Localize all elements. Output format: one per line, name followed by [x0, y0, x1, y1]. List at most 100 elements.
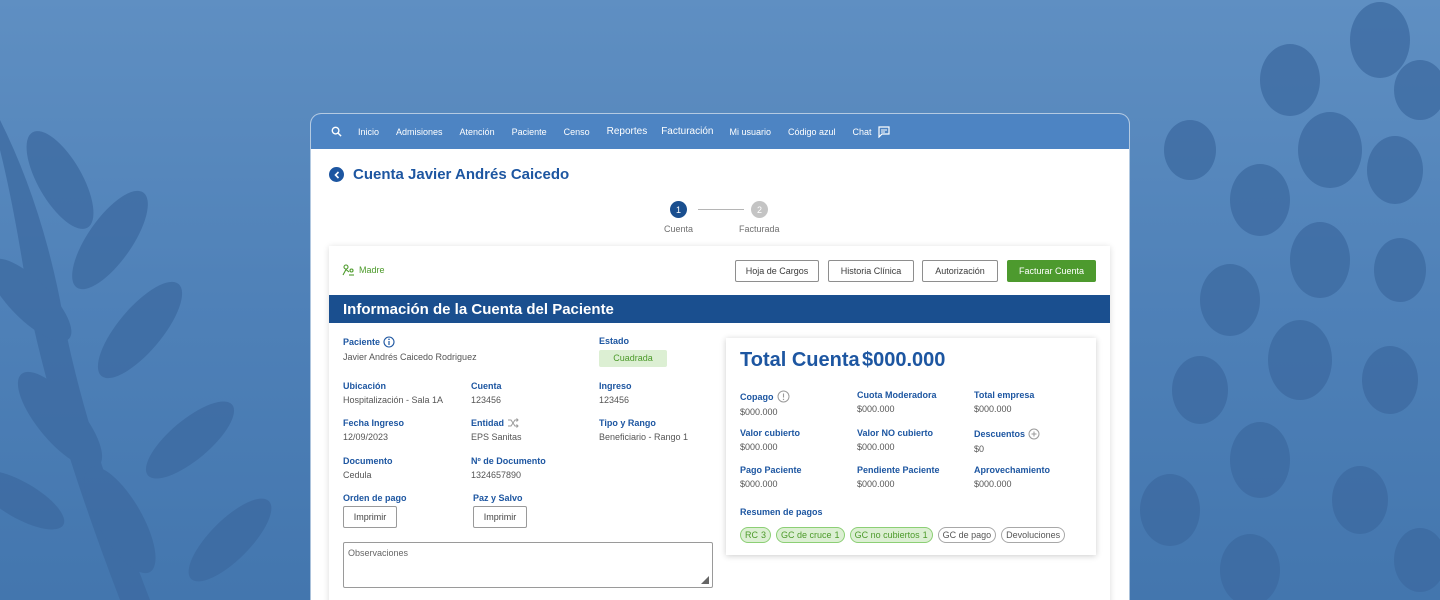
- total-empresa-label: Total empresa: [974, 390, 1035, 400]
- imprimir-orden-button[interactable]: Imprimir: [343, 506, 397, 528]
- ubicacion-value: Hospitalización - Sala 1A: [343, 395, 444, 405]
- paz-salvo-field: Paz y Salvo: [473, 493, 523, 503]
- tipo-rango-value: Beneficiario - Rango 1: [599, 432, 689, 442]
- estado-field: Estado Cuadrada: [599, 336, 667, 367]
- chip-count: 1: [834, 530, 840, 540]
- page-title: Cuenta Javier Andrés Caicedo: [353, 166, 570, 183]
- madre-label: Madre: [359, 265, 385, 275]
- cuenta-value: 123456: [471, 395, 502, 405]
- copago-value: $000.000: [740, 407, 778, 417]
- top-navigation: Inicio Admisiones Atención Paciente Cens…: [311, 114, 1129, 149]
- chip-label: GC no cubiertos: [854, 530, 920, 540]
- nav-facturacion[interactable]: Facturación: [661, 126, 713, 137]
- pendiente-paciente-value: $000.000: [857, 479, 895, 489]
- account-card: Madre Hoja de Cargos Historia Clínica Au…: [329, 246, 1110, 600]
- entidad-label: Entidad: [471, 418, 504, 428]
- aprovechamiento-field: Aprovechamiento $000.000: [974, 465, 1050, 489]
- nav-chat[interactable]: Chat: [852, 125, 890, 138]
- mother-baby-icon: [342, 264, 354, 276]
- nav-codigo-azul[interactable]: Código azul: [788, 127, 836, 137]
- resumen-pagos-field: Resumen de pagos: [740, 507, 823, 517]
- observaciones-field[interactable]: [343, 542, 713, 588]
- entidad-field: Entidad EPS Sanitas: [471, 418, 522, 442]
- total-empresa-field: Total empresa $000.000: [974, 390, 1034, 414]
- copago-label: Copago: [740, 391, 774, 402]
- chip-label: Devoluciones: [1006, 530, 1061, 540]
- paciente-value: Javier Andrés Caicedo Rodriguez: [343, 352, 477, 362]
- chat-label: Chat: [852, 126, 872, 137]
- page-header: Cuenta Javier Andrés Caicedo: [329, 166, 569, 183]
- resumen-pagos-label: Resumen de pagos: [740, 507, 823, 517]
- nav-mi-usuario[interactable]: Mi usuario: [729, 127, 771, 137]
- total-cuenta-amount: $000.000: [862, 349, 946, 371]
- pago-paciente-field: Pago Paciente $000.000: [740, 465, 802, 489]
- status-stepper: 1 2 Cuenta Facturada: [656, 201, 796, 237]
- tipo-rango-label: Tipo y Rango: [599, 418, 656, 428]
- nav-atencion[interactable]: Atención: [460, 127, 495, 137]
- step-connector: [698, 209, 744, 210]
- copago-field: Copago $000.000: [740, 390, 790, 417]
- alert-icon[interactable]: [777, 390, 790, 403]
- autorizacion-button[interactable]: Autorización: [922, 260, 998, 282]
- cuota-moderadora-field: Cuota Moderadora $000.000: [857, 390, 937, 414]
- valor-no-cubierto-label: Valor NO cubierto: [857, 428, 934, 438]
- valor-no-cubierto-value: $000.000: [857, 442, 895, 452]
- descuentos-label: Descuentos: [974, 429, 1026, 439]
- step-2-label: Facturada: [739, 224, 780, 234]
- tipo-rango-field: Tipo y Rango Beneficiario - Rango 1: [599, 418, 688, 442]
- orden-pago-field: Orden de pago: [343, 493, 407, 503]
- resize-handle-icon[interactable]: [701, 576, 709, 584]
- descuentos-field: Descuentos $0: [974, 428, 1040, 454]
- add-circle-icon[interactable]: [1028, 428, 1040, 440]
- ubicacion-label: Ubicación: [343, 381, 387, 391]
- ingreso-field: Ingreso 123456: [599, 381, 632, 405]
- entidad-value: EPS Sanitas: [471, 432, 522, 442]
- paciente-label: Paciente: [343, 337, 381, 347]
- section-title: Información de la Cuenta del Paciente: [329, 295, 1110, 323]
- chip-label: RC: [745, 530, 758, 540]
- chip-rc[interactable]: RC 3: [740, 527, 772, 543]
- info-icon[interactable]: [383, 336, 395, 348]
- nav-paciente[interactable]: Paciente: [512, 127, 547, 137]
- chip-devoluciones[interactable]: Devoluciones: [1001, 527, 1066, 543]
- pendiente-paciente-label: Pendiente Paciente: [857, 465, 940, 475]
- aprovechamiento-value: $000.000: [974, 479, 1012, 489]
- chip-gc-cruce[interactable]: GC de cruce 1: [776, 527, 845, 543]
- back-button[interactable]: [329, 167, 344, 182]
- pago-paciente-value: $000.000: [740, 479, 778, 489]
- chip-label: GC de cruce: [781, 530, 832, 540]
- facturar-cuenta-button[interactable]: Facturar Cuenta: [1007, 260, 1096, 282]
- nav-inicio[interactable]: Inicio: [358, 127, 379, 137]
- orden-pago-label: Orden de pago: [343, 493, 407, 503]
- numero-documento-field: Nº de Documento 1324657890: [471, 456, 546, 480]
- payment-summary-chips: RC 3 GC de cruce 1 GC no cubiertos 1 GC de …: [740, 527, 1066, 543]
- estado-label: Estado: [599, 336, 630, 346]
- valor-cubierto-field: Valor cubierto $000.000: [740, 428, 800, 452]
- nav-censo[interactable]: Censo: [564, 127, 590, 137]
- fecha-ingreso-label: Fecha Ingreso: [343, 418, 405, 428]
- chip-gc-no-cubiertos[interactable]: GC no cubiertos 1: [849, 527, 933, 543]
- nav-reportes[interactable]: Reportes: [607, 126, 648, 137]
- imprimir-paz-salvo-button[interactable]: Imprimir: [473, 506, 527, 528]
- numero-documento-value: 1324657890: [471, 470, 522, 480]
- search-icon[interactable]: [331, 126, 343, 138]
- cuota-moderadora-label: Cuota Moderadora: [857, 390, 937, 400]
- cuota-moderadora-value: $000.000: [857, 404, 895, 414]
- step-1-label: Cuenta: [664, 224, 694, 234]
- step-2-circle: 2: [751, 201, 768, 218]
- hoja-de-cargos-button[interactable]: Hoja de Cargos: [735, 260, 819, 282]
- total-cuenta-title: Total Cuenta: [740, 349, 860, 371]
- shuffle-icon[interactable]: [507, 418, 519, 428]
- historia-clinica-button[interactable]: Historia Clínica: [828, 260, 914, 282]
- pago-paciente-label: Pago Paciente: [740, 465, 802, 475]
- madre-link[interactable]: Madre: [342, 264, 385, 276]
- nav-admisiones[interactable]: Admisiones: [396, 127, 443, 137]
- descuentos-value: $0: [974, 444, 985, 454]
- chip-gc-pago[interactable]: GC de pago: [937, 527, 997, 543]
- paz-salvo-label: Paz y Salvo: [473, 493, 523, 503]
- aprovechamiento-label: Aprovechamiento: [974, 465, 1051, 475]
- total-empresa-value: $000.000: [974, 404, 1012, 414]
- chip-label: GC de pago: [942, 530, 992, 540]
- documento-label: Documento: [343, 456, 393, 466]
- step-1-circle: 1: [670, 201, 687, 218]
